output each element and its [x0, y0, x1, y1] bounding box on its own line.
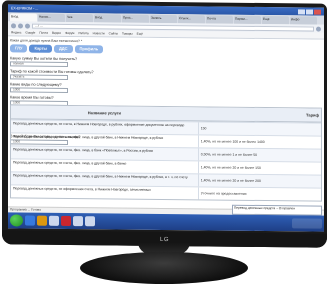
folder-icon[interactable]: [37, 215, 47, 226]
app-icon[interactable]: [85, 216, 95, 227]
nav-button[interactable]: Карты: [29, 44, 52, 53]
service-price: 0,50%, но не менее 1 и не более 50: [197, 148, 321, 162]
minimize-button[interactable]: [298, 8, 305, 14]
tab[interactable]: Чек.: [66, 13, 93, 23]
service-price: 1,40%, но не менее 100 и не более 1400: [197, 135, 321, 149]
service-name: Перевод денежных средств, со счета, физ.…: [13, 134, 164, 140]
bookmark-item[interactable]: Ещё: [137, 32, 143, 36]
close-button[interactable]: [314, 9, 321, 15]
tab[interactable]: Вход: [10, 13, 37, 22]
back-icon[interactable]: [11, 22, 16, 28]
stand-base: [80, 252, 248, 284]
answer-field[interactable]: 1000: [10, 87, 68, 93]
bookmark-item[interactable]: Видео: [52, 31, 61, 35]
bookmark-item[interactable]: Яндекс: [11, 30, 21, 34]
system-tray: [292, 218, 322, 229]
tab[interactable]: Ссылк...: [178, 15, 205, 24]
bookmark-item[interactable]: Новости: [93, 31, 105, 35]
tab[interactable]: Почта: [206, 15, 233, 24]
ie-icon[interactable]: [25, 215, 35, 226]
menu-icon[interactable]: [316, 26, 321, 32]
bookmark-item[interactable]: Форум: [65, 31, 74, 35]
nav-button[interactable]: ДДС: [53, 44, 73, 54]
forward-icon[interactable]: [18, 22, 23, 29]
tab[interactable]: Инфо: [290, 16, 317, 25]
monitor: ЕХ-ЕРЯКОМ - ... Вход Напис... Чек. Вход …: [2, 0, 327, 248]
services-table: Название услуги Тариф Перевод денежных с…: [10, 104, 322, 202]
form-nav: ГЛУ Карты ДДС Профиль: [10, 44, 135, 54]
form-top-text: Какая доля дохода нужна Вам ежемесячно? …: [10, 38, 83, 44]
service-name: Перевод денежных средств, со счета, физ.…: [13, 147, 154, 153]
reload-icon[interactable]: [25, 23, 30, 29]
bookmark-item[interactable]: Почта: [39, 31, 48, 35]
service-name: Перевод денежных средств, со счета, физ.…: [13, 173, 188, 180]
service-price: 1,40%, но не менее 20 и не более 200: [197, 174, 321, 188]
nav-button[interactable]: ГЛУ: [10, 44, 28, 53]
monitor-stand: [0, 242, 327, 289]
start-button[interactable]: [10, 214, 23, 227]
app-icon[interactable]: [49, 215, 59, 226]
maximize-button[interactable]: [306, 8, 313, 15]
tab[interactable]: Запись: [150, 14, 177, 24]
bookmark-item[interactable]: Товары: [122, 32, 133, 36]
taskbar: [8, 212, 324, 232]
service-price: Уточните на предоставления: [197, 187, 321, 201]
bookmark-item[interactable]: Работа: [78, 31, 88, 35]
column-header: Название услуги: [87, 110, 121, 116]
service-price: 150: [197, 122, 321, 136]
tab[interactable]: Вход: [94, 14, 121, 23]
column-header: Тариф: [306, 112, 319, 118]
bookmark-item[interactable]: Сайты: [109, 31, 118, 35]
answer-field[interactable]: полная: [10, 61, 68, 67]
app-icon[interactable]: [73, 216, 83, 227]
service-name: Перевод денежных средств, со счета, физ.…: [13, 160, 127, 166]
nav-button[interactable]: Профиль: [74, 45, 104, 54]
bookmark-item[interactable]: Google: [25, 31, 35, 35]
tab[interactable]: Прос...: [122, 14, 149, 23]
page-content: Какая доля дохода нужна Вам ежемесячно? …: [8, 36, 324, 210]
screen: ЕХ-ЕРЯКОМ - ... Вход Напис... Чек. Вход …: [8, 4, 324, 232]
tab[interactable]: Парам...: [234, 15, 261, 25]
tab[interactable]: Ещё: [262, 16, 289, 25]
service-price: 1,40%, но не менее 20 и не более 150: [197, 161, 321, 175]
answer-field[interactable]: Указать: [10, 74, 68, 80]
service-name: Перевод денежных средств, со оформления …: [13, 186, 151, 192]
tab[interactable]: Напис...: [38, 13, 65, 22]
titlebar-spacer: [38, 9, 297, 12]
service-name: Перевод денежных средств, со счета, в Ни…: [13, 121, 185, 128]
opera-icon[interactable]: [61, 215, 71, 227]
window-title: ЕХ-ЕРЯКОМ - ...: [11, 6, 39, 11]
